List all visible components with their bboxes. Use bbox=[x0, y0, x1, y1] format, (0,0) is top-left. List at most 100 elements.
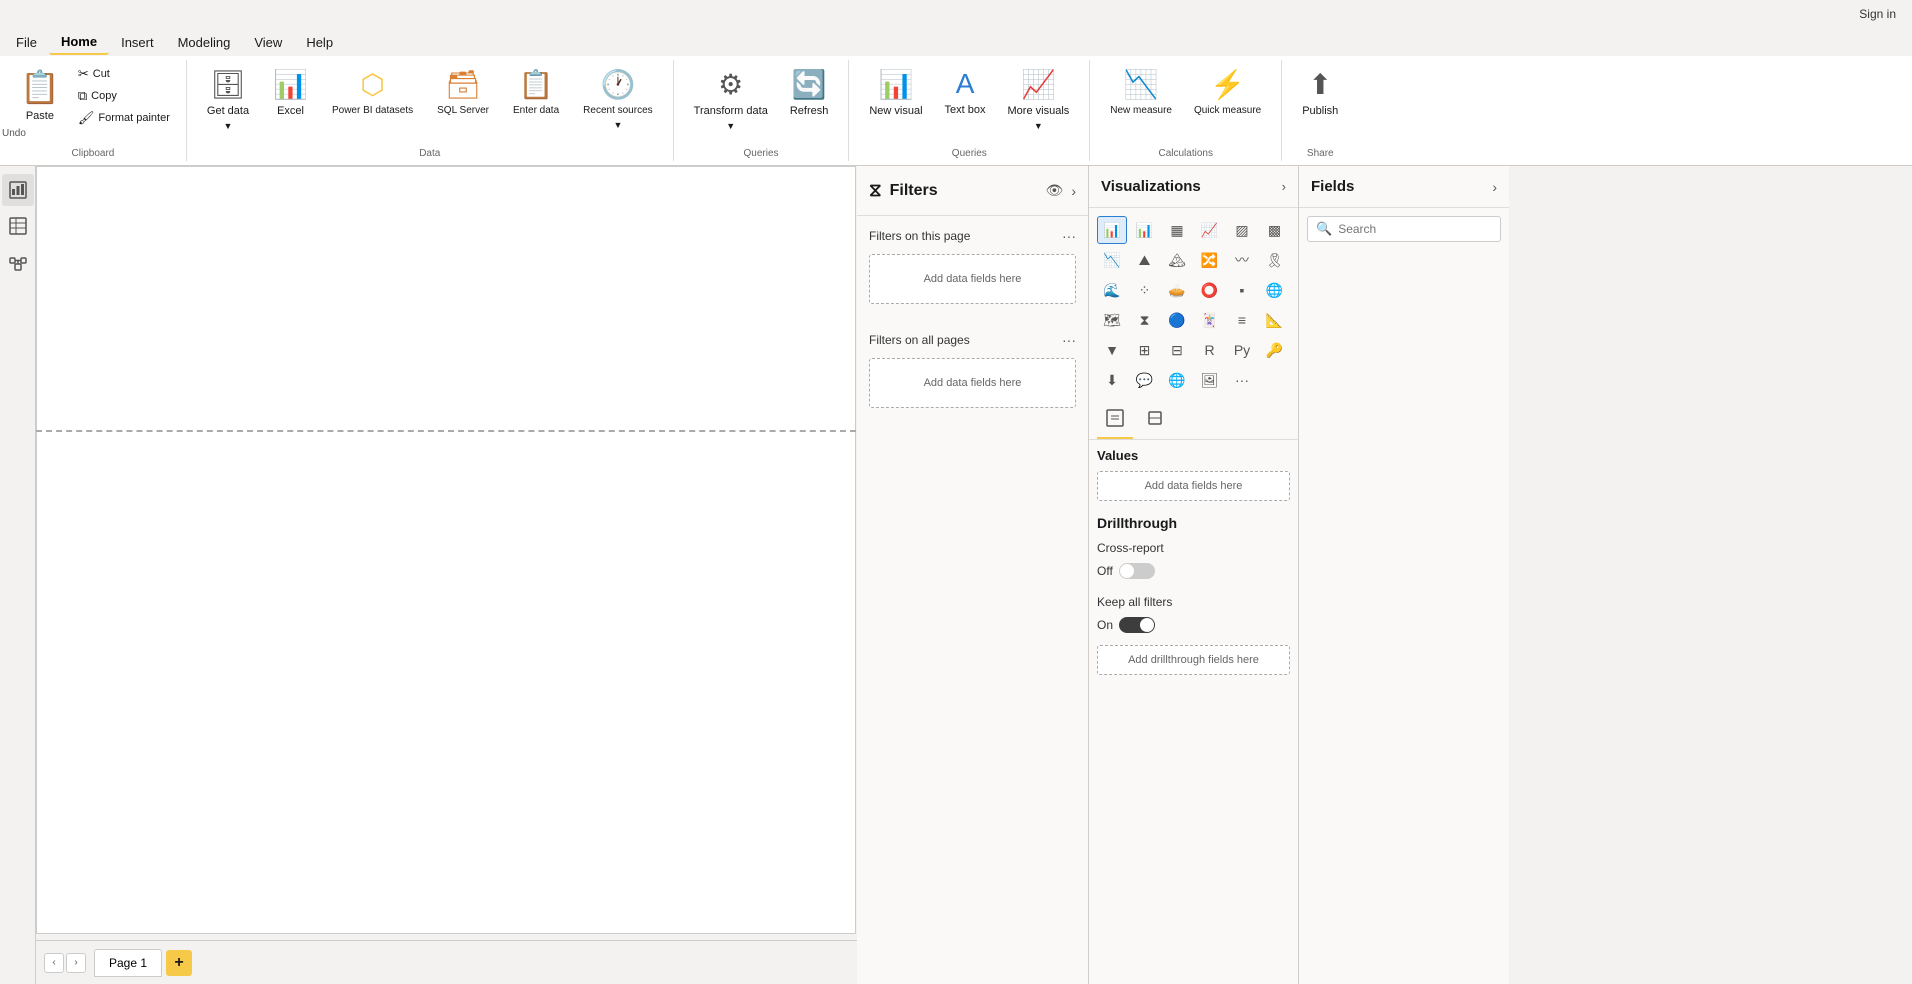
fields-search-input[interactable] bbox=[1338, 222, 1492, 236]
format-painter-button[interactable]: 🖌 Format painter bbox=[72, 108, 176, 128]
viz-matrix[interactable]: ⊟ bbox=[1162, 336, 1192, 364]
viz-line-stacked[interactable]: 〰 bbox=[1227, 246, 1257, 274]
viz-gauge[interactable]: 🔵 bbox=[1162, 306, 1192, 334]
viz-slicer[interactable]: ▼ bbox=[1097, 336, 1127, 364]
enter-data-button[interactable]: 📋 Enter data bbox=[503, 64, 569, 142]
viz-treemap[interactable]: ▪ bbox=[1227, 276, 1257, 304]
viz-pie[interactable]: 🥧 bbox=[1162, 276, 1192, 304]
page-prev-btn[interactable]: ‹ bbox=[44, 953, 64, 973]
insert-section: 📊 New visual A Text box 📈 More visuals ▼… bbox=[849, 60, 1090, 161]
viz-expand-icon[interactable]: › bbox=[1282, 179, 1286, 194]
fields-search-box[interactable]: 🔍 bbox=[1307, 216, 1501, 242]
viz-qa[interactable]: 💬 bbox=[1130, 366, 1160, 394]
queries-label: Queries bbox=[743, 148, 778, 159]
cross-report-label: Cross-report bbox=[1097, 537, 1290, 559]
get-data-button[interactable]: 🗄 Get data ▼ bbox=[197, 64, 259, 142]
keep-all-filters-toggle[interactable] bbox=[1119, 617, 1155, 633]
viz-kpi[interactable]: 📐 bbox=[1260, 306, 1290, 334]
sign-in-button[interactable]: Sign in bbox=[1851, 5, 1904, 23]
viz-area[interactable]: ⛰ bbox=[1130, 246, 1160, 274]
filters-icon-group: 👁 › bbox=[1046, 182, 1076, 199]
menu-view[interactable]: View bbox=[242, 31, 294, 54]
viz-clustered-bar[interactable]: 📊 bbox=[1130, 216, 1160, 244]
filters-this-page-drop-zone[interactable]: Add data fields here bbox=[869, 254, 1076, 304]
viz-line-clustered[interactable]: 🔀 bbox=[1195, 246, 1225, 274]
viz-r-script[interactable]: R bbox=[1195, 336, 1225, 364]
viz-donut[interactable]: ⭕ bbox=[1195, 276, 1225, 304]
new-visual-button[interactable]: 📊 New visual bbox=[859, 64, 932, 142]
viz-image[interactable]: 🖼 bbox=[1195, 366, 1225, 394]
sql-server-button[interactable]: 🗃 SQL Server bbox=[427, 64, 499, 142]
filters-on-this-page-header: Filters on this page ··· bbox=[857, 216, 1088, 250]
model-view-icon[interactable] bbox=[2, 246, 34, 278]
report-view-icon[interactable] bbox=[2, 174, 34, 206]
page-tab-1[interactable]: Page 1 bbox=[94, 949, 162, 977]
viz-clustered-column[interactable]: 📈 bbox=[1195, 216, 1225, 244]
power-bi-icon: ⬡ bbox=[360, 68, 384, 101]
viz-values-drop-zone[interactable]: Add data fields here bbox=[1097, 471, 1290, 501]
viz-map[interactable]: 🌐 bbox=[1260, 276, 1290, 304]
filters-this-page-more-icon[interactable]: ··· bbox=[1062, 228, 1076, 244]
viz-python[interactable]: Py bbox=[1227, 336, 1257, 364]
viz-azure-map[interactable]: 🌐 bbox=[1162, 366, 1192, 394]
refresh-button[interactable]: 🔄 Refresh bbox=[780, 64, 839, 142]
viz-ribbon[interactable]: 🎗 bbox=[1260, 246, 1290, 274]
data-view-icon[interactable] bbox=[2, 210, 34, 242]
canvas[interactable] bbox=[36, 166, 856, 934]
viz-tab-bar bbox=[1089, 402, 1298, 440]
publish-button[interactable]: ⬆ Publish bbox=[1292, 64, 1348, 142]
menu-home[interactable]: Home bbox=[49, 30, 109, 55]
calculations-section: 📉 New measure ⚡ Quick measure Calculatio… bbox=[1090, 60, 1282, 161]
transform-data-button[interactable]: ⚙ Transform data ▼ bbox=[684, 64, 778, 142]
viz-table[interactable]: ⊞ bbox=[1130, 336, 1160, 364]
viz-stacked-column-100[interactable]: ▩ bbox=[1260, 216, 1290, 244]
viz-tab-build[interactable] bbox=[1097, 402, 1133, 439]
menu-bar: File Home Insert Modeling View Help bbox=[0, 28, 1912, 56]
excel-button[interactable]: 📊 Excel bbox=[263, 64, 318, 142]
viz-waterfall[interactable]: 🌊 bbox=[1097, 276, 1127, 304]
viz-values-label: Values bbox=[1089, 440, 1298, 467]
filters-all-pages-more-icon[interactable]: ··· bbox=[1062, 332, 1076, 348]
viz-scatter[interactable]: ⁘ bbox=[1130, 276, 1160, 304]
viz-stacked-bar[interactable]: 📊 bbox=[1097, 216, 1127, 244]
viz-stacked-bar-100[interactable]: ▦ bbox=[1162, 216, 1192, 244]
new-measure-button[interactable]: 📉 New measure bbox=[1100, 64, 1182, 142]
title-bar: Sign in bbox=[0, 0, 1912, 28]
viz-tab-format[interactable] bbox=[1137, 402, 1173, 439]
format-painter-icon: 🖌 bbox=[78, 110, 95, 126]
publish-icon: ⬆ bbox=[1309, 68, 1332, 101]
page-next-btn[interactable]: › bbox=[66, 953, 86, 973]
filters-collapse-icon[interactable]: › bbox=[1071, 183, 1076, 199]
queries-section: ⚙ Transform data ▼ 🔄 Refresh Queries bbox=[674, 60, 850, 161]
viz-filled-map[interactable]: 🗺 bbox=[1097, 306, 1127, 334]
viz-line[interactable]: 📉 bbox=[1097, 246, 1127, 274]
viz-more[interactable]: ··· bbox=[1227, 366, 1257, 394]
quick-measure-button[interactable]: ⚡ Quick measure bbox=[1184, 64, 1271, 142]
fields-header: Fields › bbox=[1299, 166, 1509, 208]
drillthrough-drop-zone[interactable]: Add drillthrough fields here bbox=[1097, 645, 1290, 675]
viz-stacked-column[interactable]: ▨ bbox=[1227, 216, 1257, 244]
viz-multi-row-card[interactable]: ≡ bbox=[1227, 306, 1257, 334]
recent-sources-button[interactable]: 🕐 Recent sources ▼ bbox=[573, 64, 662, 142]
filters-on-this-page-label: Filters on this page bbox=[869, 229, 970, 243]
cut-button[interactable]: ✂ Cut bbox=[72, 64, 176, 84]
menu-modeling[interactable]: Modeling bbox=[166, 31, 243, 54]
filters-visibility-icon[interactable]: 👁 bbox=[1046, 182, 1064, 199]
text-box-button[interactable]: A Text box bbox=[935, 64, 996, 142]
power-bi-datasets-button[interactable]: ⬡ Power BI datasets bbox=[322, 64, 423, 142]
cross-report-toggle[interactable] bbox=[1119, 563, 1155, 579]
data-label: Data bbox=[419, 148, 440, 159]
menu-help[interactable]: Help bbox=[294, 31, 345, 54]
filters-all-pages-drop-zone[interactable]: Add data fields here bbox=[869, 358, 1076, 408]
copy-button[interactable]: ⧉ Copy bbox=[72, 86, 176, 106]
add-page-button[interactable]: + bbox=[166, 950, 192, 976]
fields-expand-icon[interactable]: › bbox=[1492, 179, 1497, 195]
menu-file[interactable]: File bbox=[4, 31, 49, 54]
viz-card[interactable]: 🃏 bbox=[1195, 306, 1225, 334]
menu-insert[interactable]: Insert bbox=[109, 31, 166, 54]
viz-key-influencers[interactable]: 🔑 bbox=[1260, 336, 1290, 364]
more-visuals-button[interactable]: 📈 More visuals ▼ bbox=[998, 64, 1080, 142]
viz-stacked-area[interactable]: 🏔 bbox=[1162, 246, 1192, 274]
viz-decomposition[interactable]: ⬇ bbox=[1097, 366, 1127, 394]
viz-funnel[interactable]: ⧗ bbox=[1130, 306, 1160, 334]
